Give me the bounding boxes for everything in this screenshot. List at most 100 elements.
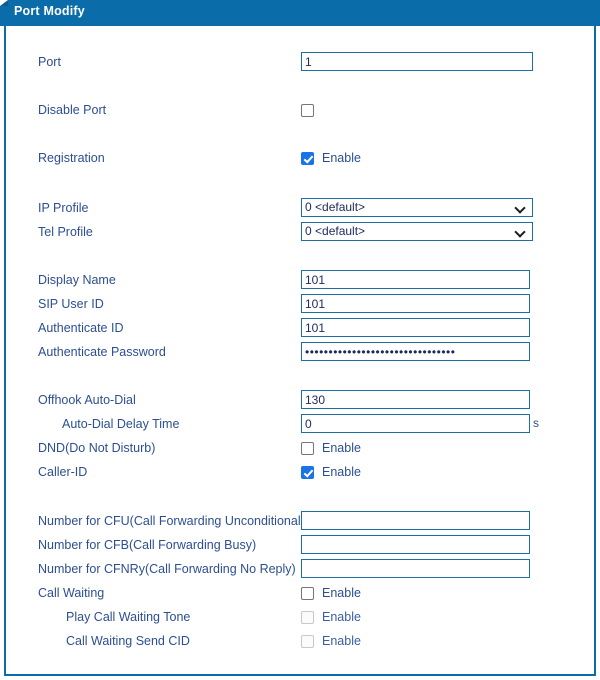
control-auto-dial-delay-time: s [301,414,539,433]
registration-checkbox-wrap[interactable]: Enable [301,148,361,168]
row-authenticate-id: Authenticate ID [6,318,594,342]
row-tel-profile: Tel Profile 0 <default> [6,222,594,246]
control-dnd: Enable [301,438,361,458]
row-play-call-waiting-tone: Play Call Waiting Tone Enable [6,607,594,631]
control-offhook-auto-dial [301,390,530,409]
chevron-down-icon [515,199,527,216]
call-waiting-checkbox[interactable] [301,586,314,600]
label-call-waiting-send-cid: Call Waiting Send CID [66,634,190,648]
label-cfnry-number: Number for CFNRy(Call Forwarding No Repl… [38,562,296,576]
label-authenticate-id: Authenticate ID [38,321,124,335]
play-call-waiting-tone-checkbox [301,610,314,624]
play-call-waiting-tone-enable-label: Enable [322,610,361,624]
label-call-waiting: Call Waiting [38,586,105,600]
form-frame: Port Disable Port Registration [4,26,596,676]
label-auto-dial-delay-time: Auto-Dial Delay Time [62,417,180,431]
row-call-waiting: Call Waiting Enable [6,583,594,607]
window-titlebar: Port Modify [0,0,600,26]
control-disable-port [301,100,314,120]
control-caller-id: Enable [301,462,361,482]
sip-user-id-input[interactable] [301,294,530,313]
control-play-call-waiting-tone: Enable [301,607,361,627]
ip-profile-selected-value: 0 <default> [305,200,366,214]
control-port [301,52,533,71]
authenticate-id-input[interactable] [301,318,530,337]
row-display-name: Display Name [6,270,594,294]
caller-id-checkbox[interactable] [301,465,314,479]
port-modify-form: Port Disable Port Registration [6,26,594,674]
row-caller-id: Caller-ID Enable [6,462,594,486]
label-caller-id: Caller-ID [38,465,88,479]
port-modify-panel: Port Modify Port Disable Port [0,0,600,680]
control-cfb-number [301,535,530,554]
row-dnd: DND(Do Not Disturb) Enable [6,438,594,462]
display-name-input[interactable] [301,270,530,289]
label-display-name: Display Name [38,273,116,287]
call-waiting-checkbox-wrap[interactable]: Enable [301,583,361,603]
row-auto-dial-delay-time: Auto-Dial Delay Time s [6,414,594,438]
cfnry-number-input[interactable] [301,559,530,578]
label-tel-profile: Tel Profile [38,225,93,239]
row-authenticate-password: Authenticate Password [6,342,594,366]
control-authenticate-password [301,342,530,361]
registration-checkbox[interactable] [301,151,314,165]
label-cfb-number: Number for CFB(Call Forwarding Busy) [38,538,257,552]
control-ip-profile: 0 <default> [301,198,533,217]
offhook-auto-dial-input[interactable] [301,390,530,409]
control-registration: Enable [301,148,361,168]
label-disable-port: Disable Port [38,103,107,117]
tel-profile-select[interactable]: 0 <default> [301,222,533,241]
ip-profile-select[interactable]: 0 <default> [301,198,533,217]
disable-port-checkbox-wrap[interactable] [301,100,314,120]
control-cfu-number [301,511,530,530]
cfb-number-input[interactable] [301,535,530,554]
registration-enable-label: Enable [322,151,361,165]
control-cfnry-number [301,559,530,578]
authenticate-password-input[interactable] [301,342,530,361]
dnd-enable-label: Enable [322,441,361,455]
call-waiting-send-cid-enable-label: Enable [322,634,361,648]
dnd-checkbox-wrap[interactable]: Enable [301,438,361,458]
row-sip-user-id: SIP User ID [6,294,594,318]
row-port: Port [6,52,594,76]
control-call-waiting: Enable [301,583,361,603]
row-cfb-number: Number for CFB(Call Forwarding Busy) [6,535,594,559]
label-play-call-waiting-tone: Play Call Waiting Tone [66,610,191,624]
row-call-waiting-send-cid: Call Waiting Send CID Enable [6,631,594,655]
control-call-waiting-send-cid: Enable [301,631,361,651]
label-authenticate-password: Authenticate Password [38,345,166,359]
row-offhook-auto-dial: Offhook Auto-Dial [6,390,594,414]
auto-dial-delay-time-input[interactable] [301,414,530,433]
cfu-number-input[interactable] [301,511,530,530]
label-cfu-number: Number for CFU(Call Forwarding Unconditi… [38,514,305,528]
call-waiting-send-cid-checkbox-wrap: Enable [301,631,361,651]
tel-profile-selected-value: 0 <default> [305,224,366,238]
play-call-waiting-tone-checkbox-wrap: Enable [301,607,361,627]
label-sip-user-id: SIP User ID [38,297,104,311]
call-waiting-enable-label: Enable [322,586,361,600]
row-registration: Registration Enable [6,148,594,172]
control-tel-profile: 0 <default> [301,222,533,241]
auto-dial-delay-time-unit: s [533,416,539,430]
row-cfu-number: Number for CFU(Call Forwarding Unconditi… [6,511,594,535]
label-ip-profile: IP Profile [38,201,89,215]
row-disable-port: Disable Port [6,100,594,124]
dnd-checkbox[interactable] [301,441,314,455]
disable-port-checkbox[interactable] [301,103,314,117]
tab-corner-fold-icon [0,0,8,6]
caller-id-checkbox-wrap[interactable]: Enable [301,462,361,482]
caller-id-enable-label: Enable [322,465,361,479]
row-ip-profile: IP Profile 0 <default> [6,198,594,222]
page-title: Port Modify [14,4,85,18]
control-authenticate-id [301,318,530,337]
label-registration: Registration [38,151,105,165]
label-dnd: DND(Do Not Disturb) [38,441,156,455]
label-offhook-auto-dial: Offhook Auto-Dial [38,393,136,407]
port-input[interactable] [301,52,533,71]
row-cfnry-number: Number for CFNRy(Call Forwarding No Repl… [6,559,594,583]
call-waiting-send-cid-checkbox [301,634,314,648]
control-display-name [301,270,530,289]
control-sip-user-id [301,294,530,313]
chevron-down-icon [515,223,527,240]
label-port: Port [38,55,61,69]
